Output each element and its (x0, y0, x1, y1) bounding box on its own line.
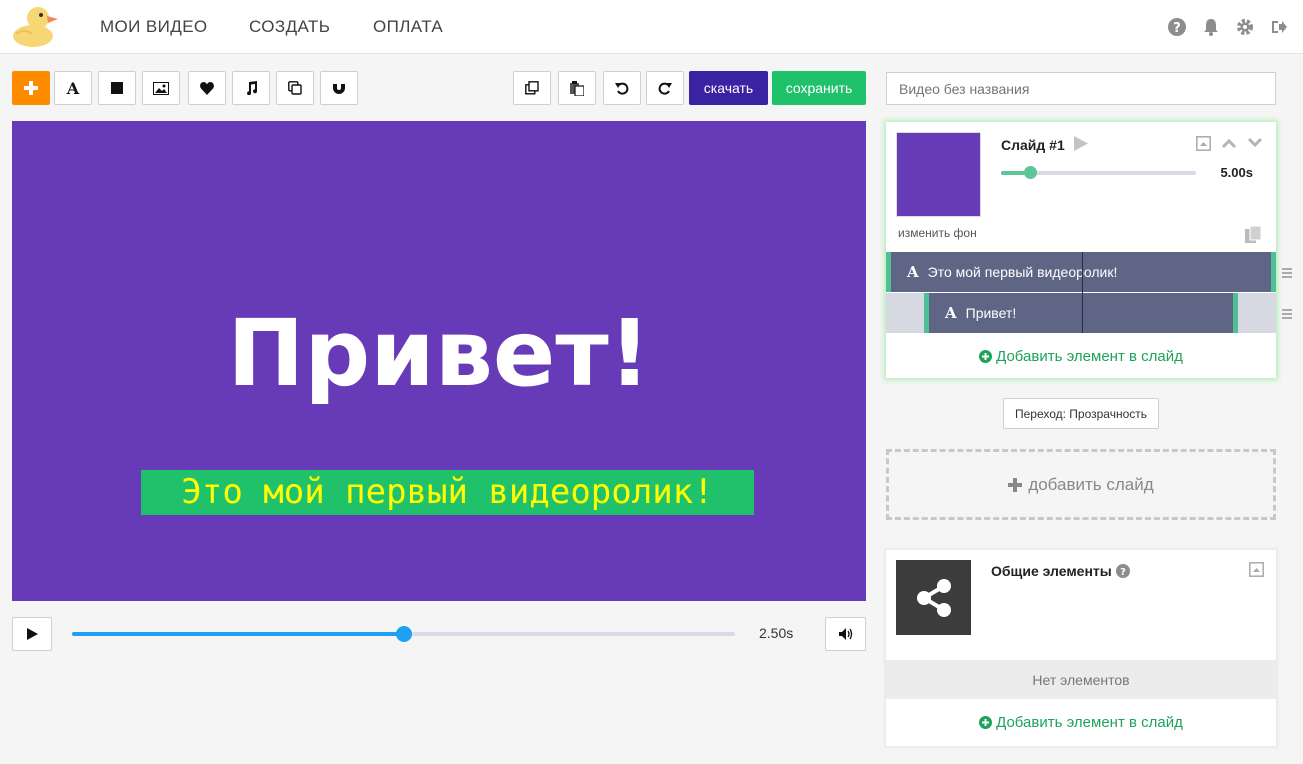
add-element-label: Добавить элемент в слайд (996, 714, 1183, 731)
canvas-subtitle-text[interactable]: Это мой первый видеоролик! (141, 470, 754, 515)
change-background-link[interactable]: изменить фон (898, 226, 977, 240)
download-button[interactable]: скачать (689, 71, 768, 105)
duplicate-icon (288, 81, 302, 95)
plus-icon (24, 81, 38, 95)
heart-icon (200, 81, 214, 95)
duplicate-button[interactable] (276, 71, 314, 105)
nav-payment[interactable]: ОПЛАТА (373, 17, 443, 37)
nav-create[interactable]: СОЗДАТЬ (249, 17, 330, 37)
text-layer-icon: A (907, 263, 919, 281)
common-elements-label: Общие элементы (991, 563, 1112, 579)
slide-thumbnail[interactable] (896, 132, 981, 217)
add-slide-button[interactable]: добавить слайд (886, 449, 1276, 520)
layer-subtitle[interactable]: A Это мой первый видеоролик! (886, 252, 1276, 292)
help-icon[interactable]: ? (1115, 564, 1130, 578)
undo-button[interactable] (603, 71, 641, 105)
slide-title: Слайд #1 (1001, 137, 1065, 153)
copy-slide-icon[interactable] (1245, 225, 1262, 249)
current-time: 2.50s (759, 625, 794, 641)
drag-handle-icon[interactable] (1282, 266, 1292, 278)
add-text-button[interactable]: A (54, 71, 92, 105)
slide-duration-slider[interactable] (1001, 166, 1196, 179)
top-navbar: МОИ ВИДЕО СОЗДАТЬ ОПЛАТА ? (0, 0, 1303, 54)
paste-icon (570, 80, 584, 96)
add-button[interactable] (12, 71, 50, 105)
timeline-slider[interactable] (72, 626, 735, 642)
layer-label: Привет! (965, 305, 1017, 321)
duration-handle[interactable] (1024, 166, 1038, 179)
music-note-icon (247, 81, 257, 95)
layer-playhead (1082, 252, 1083, 333)
svg-text:?: ? (1173, 21, 1181, 36)
layer-row: A Это мой первый видеоролик! (886, 252, 1276, 292)
duck-logo-icon[interactable] (10, 4, 60, 48)
text-layer-icon: A (945, 304, 957, 322)
copy-button[interactable] (513, 71, 551, 105)
video-title-input[interactable] (886, 72, 1276, 105)
play-button[interactable] (12, 617, 52, 651)
drag-handle-icon[interactable] (1282, 307, 1292, 319)
add-image-button[interactable] (142, 71, 180, 105)
add-element-button[interactable]: Добавить элемент в слайд (886, 348, 1276, 365)
magnet-button[interactable] (320, 71, 358, 105)
text-icon: A (66, 78, 80, 98)
plus-circle-icon (979, 716, 993, 729)
video-preview-canvas[interactable]: Привет! Это мой первый видеоролик! (12, 121, 866, 601)
add-audio-button[interactable] (232, 71, 270, 105)
share-icon (916, 578, 951, 617)
timeline-handle[interactable] (395, 626, 412, 642)
magnet-icon (333, 82, 345, 94)
layer-label: Это мой первый видеоролик! (927, 264, 1118, 280)
gear-icon[interactable] (1235, 17, 1255, 37)
layer-row: A Привет! (886, 293, 1276, 333)
logout-icon[interactable] (1269, 17, 1289, 37)
transition-button[interactable]: Переход: Прозрачность (1003, 398, 1159, 429)
slide-card: изменить фон Слайд #1 5.00s A Это мой пе… (886, 122, 1276, 378)
common-elements-title: Общие элементы ? (991, 563, 1130, 579)
add-shape-button[interactable] (98, 71, 136, 105)
common-elements-card: Общие элементы ? Нет элементов Добавить … (886, 550, 1276, 746)
add-element-label: Добавить элемент в слайд (996, 348, 1183, 365)
paste-button[interactable] (558, 71, 596, 105)
image-icon (153, 81, 169, 95)
redo-button[interactable] (646, 71, 684, 105)
no-elements-text: Нет элементов (886, 660, 1276, 699)
volume-button[interactable] (825, 617, 866, 651)
add-common-element-button[interactable]: Добавить элемент в слайд (886, 714, 1276, 731)
move-up-icon[interactable] (1220, 134, 1238, 152)
copy-icon (525, 81, 539, 95)
add-sticker-button[interactable] (188, 71, 226, 105)
svg-text:?: ? (1120, 567, 1126, 578)
plus-circle-icon (979, 350, 993, 363)
slide-duration: 5.00s (1220, 165, 1253, 180)
timeline-progress (72, 632, 404, 636)
slide-play-icon[interactable] (1074, 136, 1088, 156)
collapse-slide-icon[interactable] (1194, 134, 1212, 152)
layer-title[interactable]: A Привет! (924, 293, 1238, 333)
canvas-title-text[interactable]: Привет! (12, 299, 866, 409)
save-button[interactable]: сохранить (772, 71, 866, 105)
redo-icon (658, 82, 672, 95)
add-slide-label: добавить слайд (1028, 474, 1154, 494)
plus-icon (1008, 477, 1023, 492)
undo-icon (615, 82, 629, 95)
nav-my-videos[interactable]: МОИ ВИДЕО (100, 17, 208, 37)
help-icon[interactable]: ? (1167, 17, 1187, 37)
volume-icon (838, 628, 852, 640)
collapse-common-icon[interactable] (1249, 562, 1264, 582)
common-elements-thumbnail (896, 560, 971, 635)
move-down-icon[interactable] (1246, 134, 1264, 152)
bell-icon[interactable] (1201, 17, 1221, 37)
square-icon (111, 82, 123, 94)
play-icon (26, 628, 38, 640)
